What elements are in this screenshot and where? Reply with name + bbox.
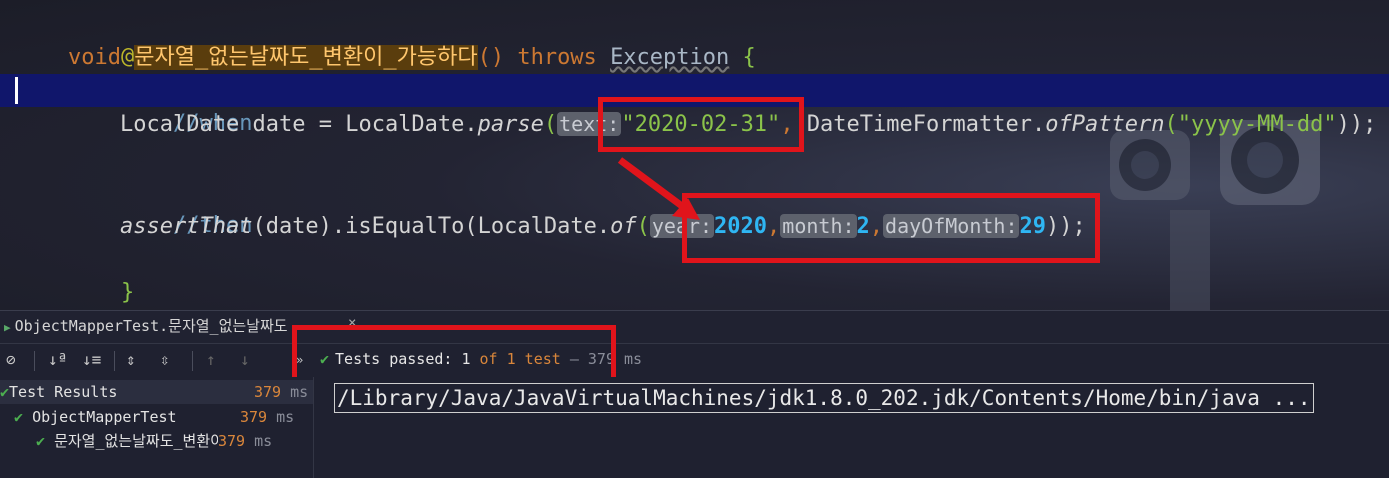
code-line-close-inner: } xyxy=(68,243,134,305)
code-line-method-signature: void 문자열_없는날짜도_변환이_가능하다() throws Excepti… xyxy=(68,41,756,74)
code-line-annotation: @Test xyxy=(68,7,187,69)
method-parens: () xyxy=(477,45,505,70)
close-brace-inner: } xyxy=(120,280,135,305)
class-localdate: LocalDate. xyxy=(345,112,478,137)
run-tab-label: ObjectMapperTest.문자열_없는날짜도 xyxy=(14,317,288,335)
type-localdate: LocalDate xyxy=(120,112,240,137)
tree-time-unit: ms xyxy=(290,383,309,401)
exception-type[interactable]: Exception xyxy=(610,45,729,70)
toolbar-separator xyxy=(114,351,115,371)
passed-check-icon: ✔ xyxy=(14,408,24,426)
annotation-box-result-date xyxy=(682,193,1100,263)
assign-op: = xyxy=(318,112,332,137)
tree-row-test-results[interactable]: ✔Test Results 379 ms xyxy=(0,380,313,404)
passed-check-icon: ✔ xyxy=(36,432,46,450)
tree-row-method[interactable]: ✔ 문자열_없는날짜도_변환이_가 379 ms xyxy=(0,429,313,453)
method-name[interactable]: 문자열_없는날짜도_변환이_가능하다 xyxy=(134,45,478,70)
open-brace: { xyxy=(742,45,756,70)
tree-time-unit: ms xyxy=(276,408,295,426)
stop-icon[interactable]: ⊘ xyxy=(6,350,16,369)
toolbar-separator xyxy=(34,351,35,371)
method-assertthat: assertThat xyxy=(120,214,253,239)
paren-open-2: ( xyxy=(1164,112,1178,137)
expand-all-icon[interactable]: ⇕ xyxy=(126,350,136,369)
annotation-box-date-string xyxy=(598,97,804,152)
sort-alphabetically-icon[interactable]: ↓ª xyxy=(48,350,67,369)
code-line-close-outer: } xyxy=(16,277,82,339)
method-parse: parse xyxy=(477,112,544,137)
pattern-string-literal: "yyyy-MM-dd" xyxy=(1177,112,1337,137)
class-localdate-2: LocalDate. xyxy=(477,214,611,239)
keyword-throws: throws xyxy=(517,45,597,70)
tree-time: 379 xyxy=(218,432,246,450)
passed-check-icon: ✔ xyxy=(0,383,10,401)
code-line-then-comment: //then xyxy=(120,176,252,238)
console-command-line[interactable]: /Library/Java/JavaVirtualMachines/jdk1.8… xyxy=(334,383,1314,413)
run-config-icon: ▶ xyxy=(4,321,11,334)
run-tab[interactable]: ▶ ObjectMapperTest.문자열_없는날짜도 xyxy=(0,311,288,343)
test-results-tree: ✔Test Results 379 ms ✔ ObjectMapperTest … xyxy=(0,377,314,478)
code-editor[interactable]: @Test void 문자열_없는날짜도_변환이_가능하다() throws E… xyxy=(0,0,1389,478)
tree-time: 379 xyxy=(240,408,268,426)
class-datetimeformatter: DateTimeFormatter. xyxy=(806,112,1046,137)
tree-label: ObjectMapperTest xyxy=(32,408,177,426)
keyword-void: void xyxy=(68,45,121,70)
tree-time: 379 xyxy=(254,383,282,401)
method-ofpattern: ofPattern xyxy=(1045,112,1165,137)
var-date: date xyxy=(252,112,306,137)
annotation-arrow-icon xyxy=(617,157,700,220)
assert-args: (date).isEqualTo( xyxy=(252,214,478,239)
next-failed-icon[interactable]: ↓ xyxy=(240,350,250,369)
text-caret xyxy=(15,77,18,104)
previous-failed-icon[interactable]: ↑ xyxy=(206,350,216,369)
test-runner-toolbar: ⊘ ↓ª ↓≡ ⇕ ⇳ ↑ ↓ » xyxy=(0,343,1389,378)
tree-row-class[interactable]: ✔ ObjectMapperTest 379 ms xyxy=(0,405,313,429)
sort-by-duration-icon[interactable]: ↓≡ xyxy=(82,350,101,369)
tree-label: Test Results xyxy=(9,383,118,401)
toolbar-separator xyxy=(192,351,193,371)
tree-time-unit: ms xyxy=(254,432,273,450)
code-line-when-comment: //when xyxy=(120,74,252,136)
paren-open: ( xyxy=(543,112,558,137)
collapse-all-icon[interactable]: ⇳ xyxy=(160,350,170,369)
paren-close: )); xyxy=(1336,112,1377,137)
run-tab-bar: ▶ ObjectMapperTest.문자열_없는날짜도 × xyxy=(0,310,1389,343)
console-output[interactable]: /Library/Java/JavaVirtualMachines/jdk1.8… xyxy=(314,377,1389,478)
